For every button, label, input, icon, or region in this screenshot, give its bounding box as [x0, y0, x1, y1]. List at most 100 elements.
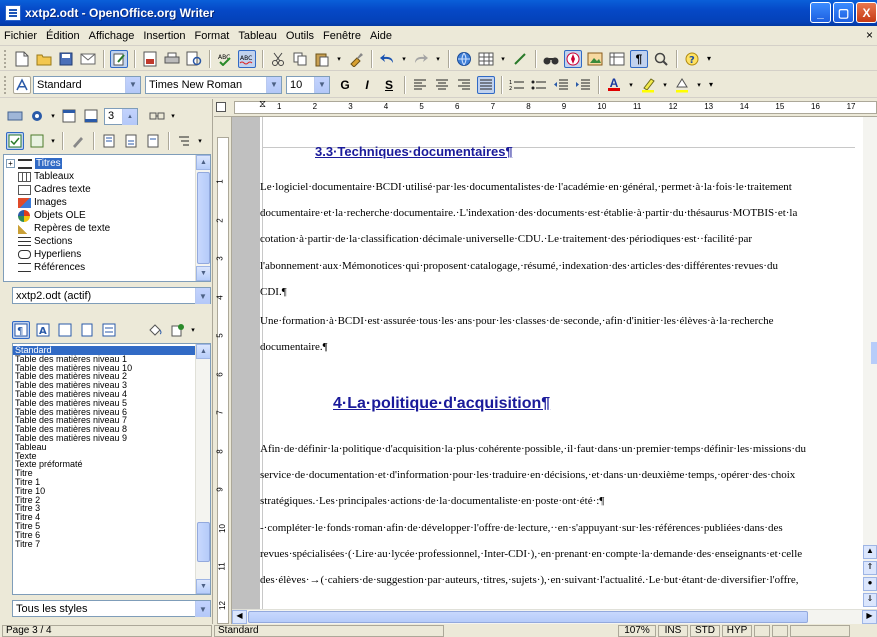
document-line[interactable]: Une·formation·à·BCDI·est·assurée·tous·le…: [260, 315, 774, 327]
chevron-down-icon[interactable]: ▾: [190, 321, 196, 339]
promote-chapter-icon[interactable]: [100, 132, 118, 150]
status-hyperlink-mode[interactable]: HYP: [722, 624, 752, 637]
export-pdf-icon[interactable]: [141, 50, 159, 68]
style-list-item[interactable]: Titre 6: [13, 530, 196, 540]
menu-aide[interactable]: Aide: [370, 30, 392, 42]
help-icon[interactable]: ?: [683, 50, 701, 68]
spellcheck-icon[interactable]: ABC: [216, 50, 234, 68]
toolbar-grip[interactable]: [4, 49, 7, 68]
style-list-item[interactable]: Titre 4: [13, 513, 196, 522]
document-line[interactable]: service·de·documentation·et·d'informatio…: [260, 469, 795, 481]
document-line[interactable]: revues·spécialisées·(·Lire·au·lycée·prof…: [260, 548, 802, 560]
tree-item-sections[interactable]: Sections: [6, 235, 110, 248]
italic-button[interactable]: I: [358, 76, 376, 94]
edit-pen-icon[interactable]: [69, 132, 87, 150]
style-list-item[interactable]: Tableau: [13, 442, 196, 452]
align-left-icon[interactable]: [411, 76, 429, 94]
menu-insertion[interactable]: Insertion: [143, 30, 185, 42]
list-styles-icon[interactable]: [100, 321, 118, 339]
numbering-icon[interactable]: 12: [508, 76, 526, 94]
scroll-down-icon[interactable]: ▼: [196, 579, 210, 594]
styles-list[interactable]: Standard Table des matières niveau 1 Table…: [12, 343, 211, 595]
document-line[interactable]: documentaire·et·la·recherche·documentair…: [260, 207, 797, 219]
header-icon[interactable]: [60, 107, 78, 125]
drag-mode-icon[interactable]: [148, 107, 166, 125]
chevron-down-icon[interactable]: ▼: [314, 76, 329, 93]
chevron-down-icon[interactable]: ▼: [195, 601, 210, 617]
style-list-item[interactable]: Texte préformaté: [13, 460, 196, 469]
styles-formatting-icon[interactable]: [13, 75, 31, 94]
status-zoom[interactable]: 107%: [618, 624, 656, 637]
scroll-left-icon[interactable]: ◀: [232, 610, 247, 624]
style-list-item[interactable]: Titre 5: [13, 522, 196, 531]
scroll-thumb[interactable]: [248, 611, 808, 623]
underline-button[interactable]: S: [380, 76, 398, 94]
increase-indent-icon[interactable]: [574, 76, 592, 94]
tree-item-images[interactable]: Images: [6, 196, 110, 209]
highlighting-icon[interactable]: [639, 76, 657, 94]
save-icon[interactable]: [57, 50, 75, 68]
menu-outils[interactable]: Outils: [286, 30, 314, 42]
document-scrollbar[interactable]: ▲ ⇑ ● ⇓: [863, 117, 877, 607]
close-document-icon[interactable]: ×: [866, 28, 873, 42]
menu-affichage[interactable]: Affichage: [89, 30, 135, 42]
tree-item-cadres[interactable]: Cadres texte: [6, 183, 110, 196]
demote-chapter-icon[interactable]: [122, 132, 140, 150]
navigator-tree[interactable]: + Titres Tableaux Cadres texte Images Ob…: [3, 154, 211, 282]
indent-marker-icon[interactable]: ⧖: [259, 99, 266, 110]
toolbar-options-icon[interactable]: ▾: [705, 50, 713, 68]
style-filter-select[interactable]: Tous les styles ▼: [12, 600, 211, 617]
status-selection-mode[interactable]: STD: [690, 624, 720, 637]
document-line[interactable]: cotation·à·partir·de·la·classification·d…: [260, 233, 752, 245]
menu-fichier[interactable]: Fichier: [4, 30, 37, 42]
frame-styles-icon[interactable]: [56, 321, 74, 339]
heading-4[interactable]: 4·La·politique·d'acquisition¶: [333, 395, 550, 413]
style-list-item[interactable]: Titre 10: [13, 486, 196, 496]
toolbar-options-icon[interactable]: ▾: [707, 76, 715, 94]
footer-icon[interactable]: [82, 107, 100, 125]
collapse-icon[interactable]: +: [6, 159, 15, 168]
chevron-down-icon[interactable]: ▾: [50, 107, 56, 125]
navigation-icon[interactable]: ●: [863, 577, 877, 591]
set-reminder-icon[interactable]: [28, 132, 46, 150]
document-line[interactable]: documentaire.¶: [260, 341, 328, 353]
print-icon[interactable]: [163, 50, 181, 68]
cut-icon[interactable]: [269, 50, 287, 68]
scroll-down-icon[interactable]: ▼: [196, 266, 210, 281]
redo-icon[interactable]: [412, 50, 430, 68]
tree-item-titres[interactable]: + Titres: [6, 157, 110, 170]
tab-type-icon[interactable]: [216, 102, 226, 112]
background-color-icon[interactable]: [673, 76, 691, 94]
prev-page-icon[interactable]: ⇑: [863, 561, 877, 575]
copy-icon[interactable]: [291, 50, 309, 68]
autospellcheck-icon[interactable]: ABC: [238, 49, 256, 68]
tree-item-hyperliens[interactable]: Hyperliens: [6, 248, 110, 261]
chevron-down-icon[interactable]: ▾: [170, 107, 176, 125]
tree-item-references[interactable]: Références: [6, 261, 110, 274]
style-list-item[interactable]: Titre 7: [13, 539, 196, 549]
chevron-down-icon[interactable]: ▼: [266, 76, 281, 93]
tree-item-reperes[interactable]: Repères de texte: [6, 222, 110, 235]
chevron-down-icon[interactable]: ▾: [50, 132, 56, 150]
page-preview-icon[interactable]: [185, 50, 203, 68]
chevron-down-icon[interactable]: ▾: [197, 132, 203, 150]
find-replace-icon[interactable]: [542, 50, 560, 68]
horizontal-scrollbar[interactable]: ◀ ▶: [232, 609, 877, 624]
fill-format-icon[interactable]: [146, 321, 164, 339]
style-list-item[interactable]: Titre 3: [13, 504, 196, 513]
tree-item-tableaux[interactable]: Tableaux: [6, 170, 110, 183]
chevron-down-icon[interactable]: ▾: [400, 50, 408, 68]
document-page[interactable]: 3.3·Techniques·documentaires¶ Le·logicie…: [260, 117, 877, 624]
font-color-icon[interactable]: A: [605, 76, 623, 94]
document-line[interactable]: des·élèves·→(·cahiers·de·suggestion·par·…: [260, 574, 799, 586]
maximize-button[interactable]: ▢: [833, 2, 854, 23]
paste-icon[interactable]: [313, 50, 331, 68]
chevron-down-icon[interactable]: ▾: [695, 76, 703, 94]
next-page-icon[interactable]: ⇓: [863, 593, 877, 607]
horizontal-ruler[interactable]: ⧖ 1 2 3 4 5 6 7 8 9 10 11 12 13 14 15 16 17: [214, 99, 877, 117]
document-line[interactable]: Le·logiciel·documentaire·BCDI·utilisé·pa…: [260, 181, 792, 193]
scroll-thumb[interactable]: [871, 342, 877, 364]
decrease-indent-icon[interactable]: [552, 76, 570, 94]
navigator-scrollbar[interactable]: ▲ ▼: [195, 155, 210, 281]
page-spinner[interactable]: 3 ▲: [104, 107, 138, 125]
